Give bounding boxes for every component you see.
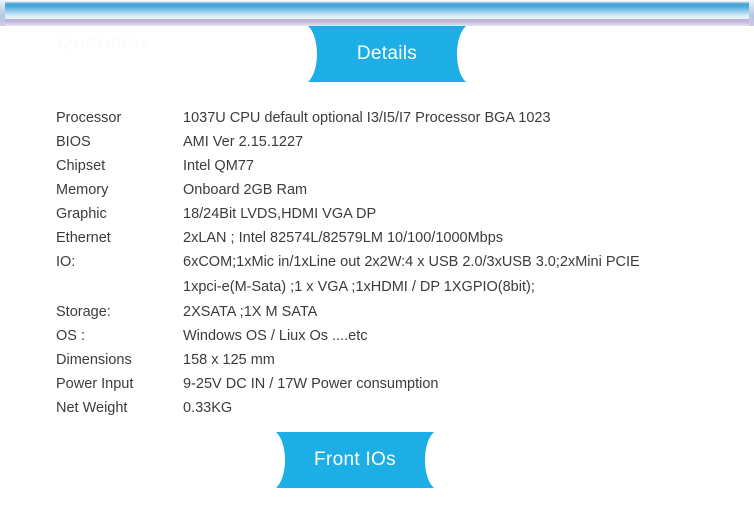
spec-label: Graphic [56, 206, 107, 222]
front-ios-banner: Front IOs [276, 432, 434, 488]
table-row: Power Input 9-25V DC IN / 17W Power cons… [56, 372, 716, 396]
table-row: Memory Onboard 2GB Ram [56, 178, 716, 202]
spec-value: 6xCOM;1xMic in/1xLine out 2x2W:4 x USB 2… [183, 254, 640, 270]
spec-value: Windows OS / Liux Os ....etc [183, 328, 368, 344]
table-row: Ethernet 2xLAN ; Intel 82574L/82579LM 10… [56, 226, 716, 250]
spec-value: 0.33KG [183, 400, 233, 416]
spec-label: Memory [56, 182, 109, 198]
details-banner-label: Details [356, 43, 418, 64]
spec-value: 1037U CPU default optional I3/I5/I7 Proc… [183, 110, 551, 126]
spec-value: 1xpci-e(M-Sata) ;1 x VGA ;1xHDMI / DP 1X… [183, 279, 535, 295]
spec-label: Power Input [56, 376, 134, 392]
spec-value: 2xLAN ; Intel 82574L/82579LM 10/100/1000… [183, 230, 504, 246]
table-row: Chipset Intel QM77 [56, 154, 716, 178]
header-bar-left-cap [0, 0, 5, 26]
spec-value: 18/24Bit LVDS,HDMI VGA DP [183, 206, 377, 222]
table-row: OS : Windows OS / Liux Os ....etc [56, 324, 716, 348]
front-ios-banner-label: Front IOs [314, 449, 396, 470]
spec-label: OS : [56, 328, 86, 344]
spec-label: BIOS [56, 134, 91, 150]
table-row: Graphic 18/24Bit LVDS,HDMI VGA DP [56, 202, 716, 226]
watermark-text: Quanmax [58, 32, 152, 53]
spec-value: 2XSATA ;1X M SATA [183, 304, 318, 320]
table-row: Dimensions 158 x 125 mm [56, 348, 716, 372]
spec-value: AMI Ver 2.15.1227 [183, 134, 304, 150]
header-bar-shadow [0, 19, 754, 26]
details-banner: Details [308, 26, 466, 82]
header-bar-gradient [0, 2, 754, 19]
spec-value: 9-25V DC IN / 17W Power consumption [183, 376, 439, 392]
table-row: IO: 6xCOM;1xMic in/1xLine out 2x2W:4 x U… [56, 250, 716, 274]
spec-label: Chipset [56, 158, 106, 174]
spec-label: Dimensions [56, 352, 132, 368]
header-bar-right-cap [749, 0, 754, 26]
table-row: Processor 1037U CPU default optional I3/… [56, 106, 716, 130]
spec-label: Processor [56, 110, 122, 126]
table-row: BIOS AMI Ver 2.15.1227 [56, 130, 716, 154]
table-row: Net Weight 0.33KG [56, 396, 716, 420]
spec-value: 158 x 125 mm [183, 352, 275, 368]
spec-label: Ethernet [56, 230, 111, 246]
spec-value: Onboard 2GB Ram [183, 182, 308, 198]
spec-label: Net Weight [56, 400, 128, 416]
spec-value: Intel QM77 [183, 158, 254, 174]
table-row-continuation: 1xpci-e(M-Sata) ;1 x VGA ;1xHDMI / DP 1X… [56, 274, 716, 300]
table-row: Storage: 2XSATA ;1X M SATA [56, 300, 716, 324]
spec-label: Storage: [56, 304, 111, 320]
spec-label: IO: [56, 254, 76, 270]
decorative-header-bar [0, 0, 754, 26]
specification-table: Processor 1037U CPU default optional I3/… [56, 106, 716, 420]
